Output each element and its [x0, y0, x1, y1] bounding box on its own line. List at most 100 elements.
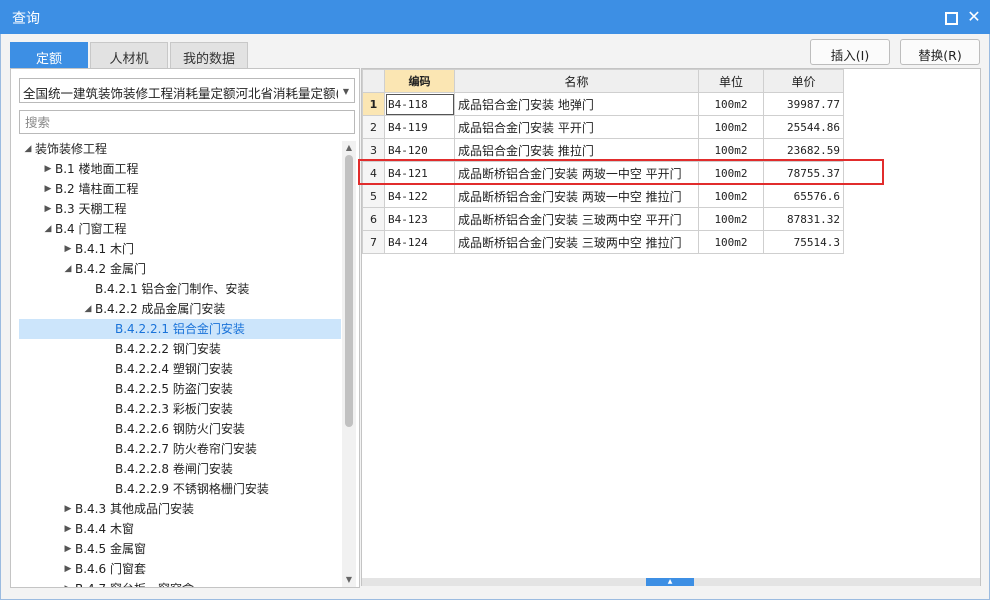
tree-item[interactable]: B.4.2.2.1 铝合金门安装: [19, 319, 341, 339]
search-input[interactable]: [20, 111, 354, 133]
cell-code[interactable]: B4-122: [384, 184, 455, 208]
table-row[interactable]: 6 B4-123 成品断桥铝合金门安装 三玻两中空 平开门 100m2 87831.32: [362, 207, 844, 231]
cell-unit[interactable]: 100m2: [698, 161, 764, 185]
collapse-icon[interactable]: ◢: [63, 259, 73, 279]
scroll-down-icon[interactable]: ▼: [342, 573, 356, 587]
table-row[interactable]: 3 B4-120 成品铝合金门安装 推拉门 100m2 23682.59: [362, 138, 844, 162]
cell-code[interactable]: B4-124: [384, 230, 455, 254]
cell-code[interactable]: B4-123: [384, 207, 455, 231]
cell-price[interactable]: 25544.86: [763, 115, 844, 139]
cell-name[interactable]: 成品铝合金门安装 平开门: [454, 115, 699, 139]
tree-item-label: B.4 门窗工程: [55, 222, 127, 236]
expand-icon[interactable]: ▶: [63, 579, 73, 587]
column-header-price[interactable]: 单价: [763, 69, 844, 93]
tab-labor-material-machine[interactable]: 人材机: [90, 42, 168, 68]
cell-unit[interactable]: 100m2: [698, 184, 764, 208]
expand-icon[interactable]: ▶: [63, 239, 73, 259]
tree-item[interactable]: ▶ B.3 天棚工程: [19, 199, 341, 219]
tree-item[interactable]: ▶B.4.7 窗台板、窗帘盒: [19, 579, 341, 587]
replace-button[interactable]: 替换(R): [900, 39, 980, 65]
cell-price[interactable]: 23682.59: [763, 138, 844, 162]
insert-button[interactable]: 插入(I): [810, 39, 890, 65]
tree-item[interactable]: B.4.2.2.2 钢门安装: [19, 339, 341, 359]
row-number[interactable]: 4: [362, 161, 385, 185]
table-row[interactable]: 1 B4-118 成品铝合金门安装 地弹门 100m2 39987.77: [362, 92, 844, 116]
tree-item[interactable]: B.4.2.2.4 塑钢门安装: [19, 359, 341, 379]
cell-price[interactable]: 78755.37: [763, 161, 844, 185]
tab-quota[interactable]: 定额: [10, 42, 88, 68]
row-number[interactable]: 1: [362, 92, 385, 116]
cell-price[interactable]: 87831.32: [763, 207, 844, 231]
chevron-down-icon[interactable]: ▼: [338, 79, 354, 102]
expand-icon[interactable]: ▶: [63, 519, 73, 539]
cell-name[interactable]: 成品断桥铝合金门安装 三玻两中空 平开门: [454, 207, 699, 231]
table-row[interactable]: 7 B4-124 成品断桥铝合金门安装 三玻两中空 推拉门 100m2 75514.3: [362, 230, 844, 254]
tree-item[interactable]: ▶ B.4.6 门窗套: [19, 559, 341, 579]
cell-name[interactable]: 成品断桥铝合金门安装 两玻一中空 推拉门: [454, 184, 699, 208]
expand-icon[interactable]: ▶: [63, 539, 73, 559]
expand-icon[interactable]: ▶: [63, 559, 73, 579]
cell-unit[interactable]: 100m2: [698, 115, 764, 139]
collapse-icon[interactable]: ◢: [83, 299, 93, 319]
column-header-name[interactable]: 名称: [454, 69, 699, 93]
table-row[interactable]: 4 B4-121 成品断桥铝合金门安装 两玻一中空 平开门 100m2 78755.37: [362, 161, 844, 185]
cell-price[interactable]: 39987.77: [763, 92, 844, 116]
table-row[interactable]: 2 B4-119 成品铝合金门安装 平开门 100m2 25544.86: [362, 115, 844, 139]
search-box[interactable]: [19, 110, 355, 134]
tree-item[interactable]: ▶ B.4.5 金属窗: [19, 539, 341, 559]
expand-icon[interactable]: ▶: [43, 179, 53, 199]
cell-name[interactable]: 成品断桥铝合金门安装 两玻一中空 平开门: [454, 161, 699, 185]
tree-item[interactable]: B.4.2.2.3 彩板门安装: [19, 399, 341, 419]
scroll-thumb[interactable]: [345, 155, 353, 427]
tree-item[interactable]: ◢ B.4 门窗工程: [19, 219, 341, 239]
row-number[interactable]: 7: [362, 230, 385, 254]
scroll-grip-icon[interactable]: ▲: [646, 578, 694, 586]
expand-icon[interactable]: ▶: [63, 499, 73, 519]
row-number[interactable]: 5: [362, 184, 385, 208]
tree-item[interactable]: ▶ B.4.3 其他成品门安装: [19, 499, 341, 519]
cell-unit[interactable]: 100m2: [698, 207, 764, 231]
tab-my-data[interactable]: 我的数据: [170, 42, 248, 68]
cell-code[interactable]: B4-119: [384, 115, 455, 139]
column-header-code[interactable]: 编码: [384, 69, 455, 93]
expand-icon[interactable]: ▶: [43, 199, 53, 219]
tree-item[interactable]: B.4.2.2.7 防火卷帘门安装: [19, 439, 341, 459]
cell-code[interactable]: B4-120: [384, 138, 455, 162]
tree-item[interactable]: ▶ B.2 墙柱面工程: [19, 179, 341, 199]
cell-unit[interactable]: 100m2: [698, 138, 764, 162]
tree-scrollbar[interactable]: ▲ ▼: [342, 141, 356, 587]
cell-code[interactable]: B4-118: [384, 92, 455, 116]
tree-item[interactable]: B.4.2.2.8 卷闸门安装: [19, 459, 341, 479]
scroll-up-icon[interactable]: ▲: [342, 141, 356, 155]
tree-item[interactable]: B.4.2.1 铝合金门制作、安装: [19, 279, 341, 299]
tree-item[interactable]: B.4.2.2.9 不锈钢格栅门安装: [19, 479, 341, 499]
grid-horizontal-scrollbar[interactable]: ▲: [362, 578, 980, 586]
tree-item[interactable]: ▶ B.4.1 木门: [19, 239, 341, 259]
cell-price[interactable]: 75514.3: [763, 230, 844, 254]
expand-icon[interactable]: ▶: [43, 159, 53, 179]
tree-item[interactable]: ◢ B.4.2 金属门: [19, 259, 341, 279]
cell-price[interactable]: 65576.6: [763, 184, 844, 208]
collapse-icon[interactable]: ◢: [23, 139, 33, 159]
tree-item[interactable]: ▶ B.1 楼地面工程: [19, 159, 341, 179]
row-number[interactable]: 3: [362, 138, 385, 162]
tree-item[interactable]: ◢ 装饰装修工程: [19, 139, 341, 159]
cell-unit[interactable]: 100m2: [698, 92, 764, 116]
cell-code[interactable]: B4-121: [384, 161, 455, 185]
cell-name[interactable]: 成品断桥铝合金门安装 三玻两中空 推拉门: [454, 230, 699, 254]
close-icon[interactable]: ✕: [966, 9, 982, 25]
collapse-icon[interactable]: ◢: [43, 219, 53, 239]
cell-name[interactable]: 成品铝合金门安装 地弹门: [454, 92, 699, 116]
tree-item[interactable]: B.4.2.2.5 防盗门安装: [19, 379, 341, 399]
tree-item[interactable]: B.4.2.2.6 钢防火门安装: [19, 419, 341, 439]
tree-item[interactable]: ▶ B.4.4 木窗: [19, 519, 341, 539]
cell-unit[interactable]: 100m2: [698, 230, 764, 254]
row-number[interactable]: 6: [362, 207, 385, 231]
table-row[interactable]: 5 B4-122 成品断桥铝合金门安装 两玻一中空 推拉门 100m2 65576.6: [362, 184, 844, 208]
library-select[interactable]: 全国统一建筑装饰装修工程消耗量定额河北省消耗量定额(20 ▼: [19, 78, 355, 103]
cell-name[interactable]: 成品铝合金门安装 推拉门: [454, 138, 699, 162]
column-header-unit[interactable]: 单位: [698, 69, 764, 93]
maximize-icon[interactable]: [942, 9, 958, 25]
tree-item[interactable]: ◢ B.4.2.2 成品金属门安装: [19, 299, 341, 319]
row-number[interactable]: 2: [362, 115, 385, 139]
